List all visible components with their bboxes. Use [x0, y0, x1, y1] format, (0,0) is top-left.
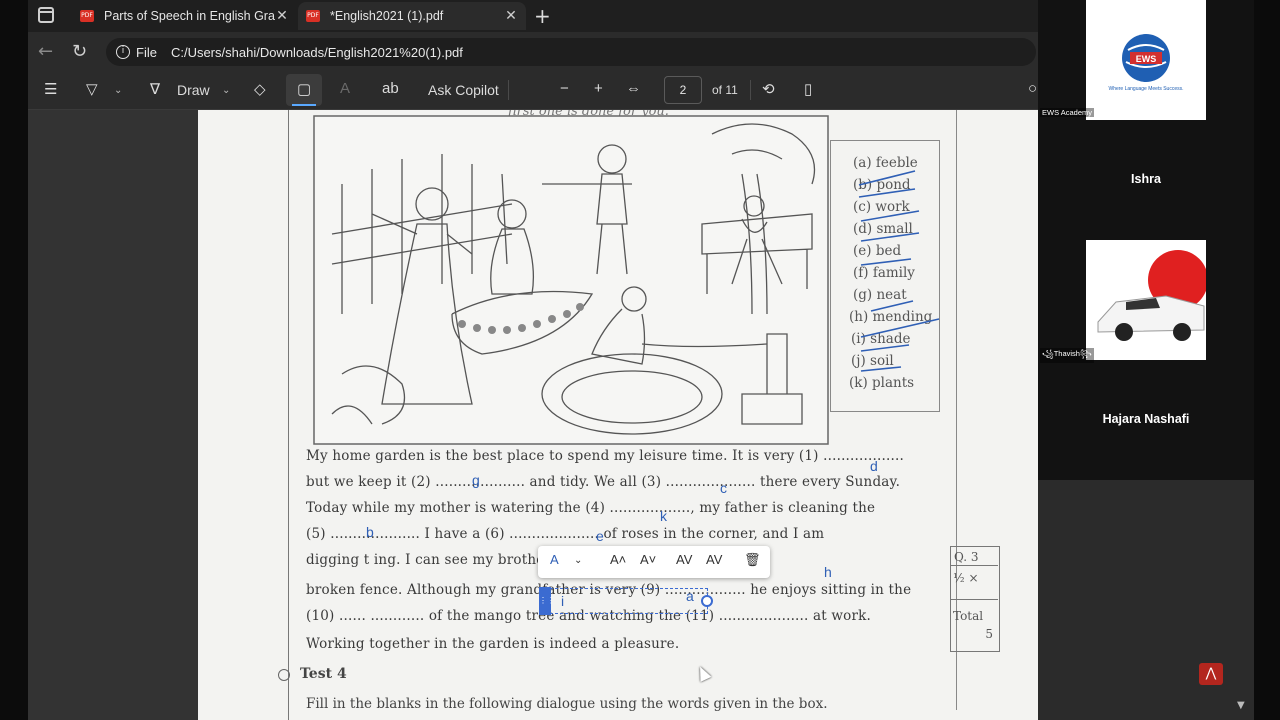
handwritten-answer: c	[720, 480, 727, 496]
window-menu-icon[interactable]	[38, 7, 54, 23]
participant-tile[interactable]	[1086, 240, 1208, 360]
tab-bar: PDF Parts of Speech in English Gramm ✕ P…	[28, 0, 1038, 32]
participant-name: Ishra	[1131, 172, 1161, 186]
contents-icon[interactable]: ☰	[44, 80, 57, 98]
draw-button[interactable]: Draw	[177, 82, 210, 98]
pdf-page: first one is done for you. (a) feeble (b…	[198, 110, 1068, 720]
pdf-icon: PDF	[80, 10, 94, 22]
text-box[interactable]: ⋮⋮ i	[539, 587, 713, 615]
handwritten-answer: b	[366, 524, 374, 540]
score-total-label: Total	[953, 609, 984, 623]
score-half: ½ ×	[953, 571, 979, 585]
close-icon[interactable]: ✕	[275, 8, 289, 24]
page-total: of 11	[712, 83, 738, 97]
pdf-toolbar: ☰ ▽ ⌄ ∇ Draw ⌄ ◇ ▢ A ab Ask Copilot − + …	[28, 70, 1038, 110]
paragraph-line: My home garden is the best place to spen…	[306, 448, 904, 464]
instruction-text: Fill in the blanks in the following dial…	[306, 696, 828, 712]
strike-marks	[858, 170, 940, 372]
address-bar: ← ↻ i File C:/Users/shahi/Downloads/Engl…	[28, 32, 1038, 70]
text-color-icon[interactable]: A	[550, 552, 559, 567]
chevron-down-icon[interactable]: ⌄	[114, 85, 122, 96]
zoom-in-icon[interactable]: +	[594, 80, 603, 97]
left-strip	[0, 0, 28, 720]
text-box-icon[interactable]: ▢	[297, 80, 311, 98]
trash-icon[interactable]: 🗑	[744, 552, 761, 568]
drag-handle-icon[interactable]: ⋮⋮	[539, 587, 555, 615]
car-avatar	[1086, 240, 1208, 360]
zoom-out-icon[interactable]: −	[560, 80, 569, 97]
tab-parts-of-speech[interactable]: PDF Parts of Speech in English Gramm ✕	[72, 2, 297, 30]
info-icon[interactable]: i	[116, 45, 130, 59]
handwritten-answer: d	[870, 458, 878, 474]
logo-slogan: Where Language Meets Success.	[1108, 86, 1183, 92]
handwritten-answer: g	[472, 472, 480, 488]
divider	[508, 80, 509, 100]
chevron-down-icon[interactable]: ⌄	[222, 85, 230, 96]
url-text: C:/Users/shahi/Downloads/English2021%20(…	[170, 44, 463, 60]
video-panel: EWS Where Language Meets Success. EWS Ac…	[1038, 0, 1254, 480]
page-view-icon[interactable]: ▯	[804, 80, 812, 98]
tab-title: *English2021 (1).pdf	[330, 9, 444, 23]
handwritten-answer: e	[596, 528, 604, 544]
viewer-margin	[1068, 480, 1254, 720]
word-box: (a) feeble (b) pond (c) work (d) small (…	[830, 140, 940, 412]
screen: PDF Parts of Speech in English Gramm ✕ P…	[0, 0, 1280, 720]
viewer-margin	[1038, 480, 1068, 720]
page-number-input[interactable]: 2	[664, 76, 702, 104]
handwritten-answer: k	[660, 508, 667, 524]
url-field[interactable]: i File C:/Users/shahi/Downloads/English2…	[106, 38, 1036, 66]
highlight-icon[interactable]: ▽	[86, 80, 98, 98]
paragraph-line: Today while my mother is watering the (4…	[306, 500, 876, 516]
reload-icon[interactable]: ↻	[72, 41, 87, 62]
handwritten-answer: h	[824, 564, 832, 580]
participant-tag: ꧁Thavish꧂	[1040, 348, 1094, 363]
acrobat-icon[interactable]: ⋀	[1199, 663, 1223, 685]
eraser-icon[interactable]: ◇	[254, 80, 266, 98]
tab-title: Parts of Speech in English Gramm	[104, 9, 275, 23]
text-box-value[interactable]: i	[561, 593, 564, 609]
increase-font-icon[interactable]: A˄	[610, 552, 626, 567]
scroll-down-icon[interactable]: ▼	[1237, 700, 1245, 711]
text-style-icon: A	[340, 80, 351, 97]
paragraph-line: Working together in the garden is indeed…	[306, 636, 680, 652]
spacing-decrease-icon[interactable]: AV	[706, 552, 722, 567]
radio-icon	[278, 669, 290, 681]
question-label: Q. 3	[954, 550, 979, 564]
participant-tile[interactable]: EWS Where Language Meets Success.	[1086, 0, 1206, 120]
participant-name: Hajara Nashafi	[1102, 412, 1190, 426]
decrease-font-icon[interactable]: A˅	[640, 552, 656, 567]
logo-text: EWS	[1136, 54, 1157, 64]
paragraph-line: (5) .................... I have a (6) ..…	[306, 526, 825, 542]
new-tab-icon[interactable]: +	[534, 4, 551, 28]
text-format-toolbar: A ⌄ A˄ A˅ AV AV 🗑	[538, 546, 770, 578]
participant-tag: EWS Academy	[1040, 108, 1095, 117]
garden-illustration	[313, 115, 829, 445]
divider	[750, 80, 751, 100]
score-total-value: 5	[985, 627, 993, 641]
section-heading: Test 4	[300, 666, 347, 682]
draw-icon[interactable]: ∇	[150, 80, 160, 98]
page-border	[288, 110, 289, 720]
ask-copilot-button[interactable]: Ask Copilot	[428, 82, 499, 98]
chevron-down-icon[interactable]: ⌄	[574, 555, 582, 566]
paragraph-line: but we keep it (2) .................... …	[306, 474, 901, 490]
search-icon[interactable]: ○	[1028, 80, 1037, 97]
scheme-label: File	[136, 44, 157, 60]
resize-handle[interactable]	[701, 595, 713, 607]
fit-width-icon[interactable]: ⇔	[626, 80, 641, 97]
read-aloud-icon[interactable]: ab	[382, 80, 399, 97]
ews-logo: EWS Where Language Meets Success.	[1108, 34, 1184, 92]
back-icon[interactable]: ←	[38, 41, 53, 62]
rotate-icon[interactable]: ⟲	[762, 80, 775, 98]
document-area: first one is done for you. (a) feeble (b…	[28, 110, 1068, 720]
pdf-icon: PDF	[306, 10, 320, 22]
close-icon[interactable]: ✕	[504, 8, 518, 24]
tab-english2021[interactable]: PDF *English2021 (1).pdf ✕	[298, 2, 526, 30]
right-strip	[1254, 0, 1280, 720]
spacing-increase-icon[interactable]: AV	[676, 552, 692, 567]
